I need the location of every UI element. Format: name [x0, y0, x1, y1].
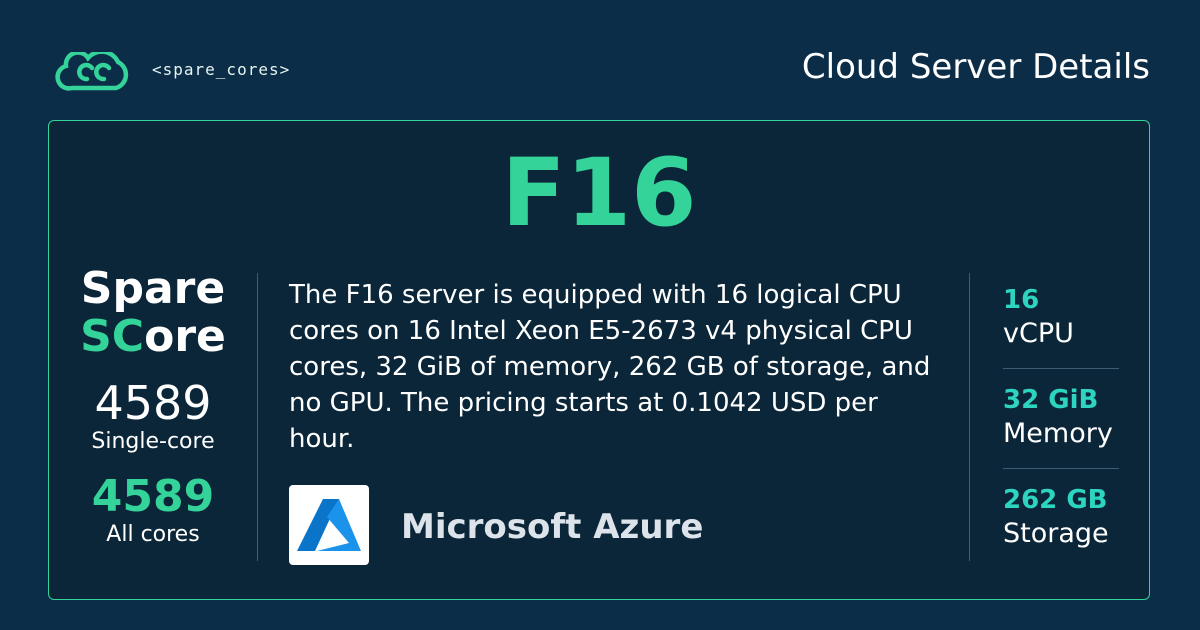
spare-score-brand-line2: SCore: [67, 313, 239, 361]
all-cores-score: 4589: [91, 471, 215, 522]
single-core-label: Single-core: [91, 429, 215, 454]
spec-label: Memory: [1003, 418, 1113, 449]
spec-value: 16: [1003, 285, 1040, 315]
spec-value: 262 GB: [1003, 485, 1108, 515]
header: <spare_cores> Cloud Server Details: [0, 0, 1200, 120]
brand-wordmark: <spare_cores>: [152, 60, 291, 79]
provider-name: Microsoft Azure: [401, 507, 704, 547]
server-description: The F16 server is equipped with 16 logic…: [289, 280, 931, 454]
divider-left: [257, 273, 258, 561]
spec-value: 32 GiB: [1003, 385, 1099, 415]
page-heading: Cloud Server Details: [801, 47, 1150, 87]
spare-cores-cloud-logo-icon: [55, 52, 129, 91]
divider-right: [969, 273, 970, 561]
azure-logo-icon: [289, 485, 369, 565]
spare-score-brand-accent: SC: [80, 311, 145, 362]
server-name: F16: [501, 139, 697, 248]
spec-label: Storage: [1003, 518, 1109, 549]
spare-score-brand-rest: ore: [144, 311, 226, 362]
spec-memory: 32 GiB Memory: [1003, 383, 1119, 451]
single-core-score: 4589: [94, 376, 212, 430]
spare-score-brand-line1: Spare: [80, 263, 226, 314]
server-details-card: F16 Spare SCore 4589 Single-core 4589 Al…: [48, 120, 1150, 600]
spec-vcpu: 16 vCPU: [1003, 283, 1119, 351]
spec-label: vCPU: [1003, 318, 1074, 349]
spare-score-panel: Spare SCore 4589 Single-core 4589 All co…: [67, 265, 239, 549]
all-cores-label: All cores: [106, 522, 200, 547]
spec-storage: 262 GB Storage: [1003, 483, 1119, 551]
spec-divider: [1003, 368, 1119, 369]
spec-divider: [1003, 468, 1119, 469]
